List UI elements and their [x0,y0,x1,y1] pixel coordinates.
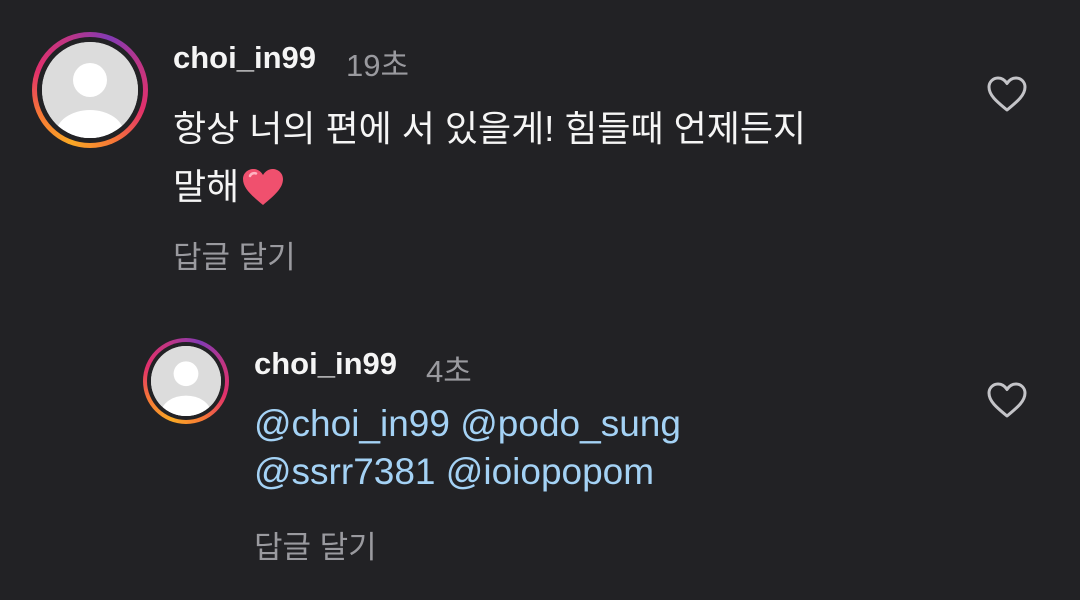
comment-text-segment: 말해 [173,166,240,207]
avatar[interactable] [143,338,229,424]
comment-text-line: @choi_in99 @podo_sung [254,400,681,448]
reply-comment-item: choi_in99 4초 @choi_in99 @podo_sung @ssrr… [0,300,1080,600]
default-profile-icon [151,346,221,416]
like-heart-icon[interactable] [985,380,1029,420]
mention-link[interactable]: @podo_sung [460,403,681,444]
avatar[interactable] [32,32,148,148]
mention-link[interactable]: @ssrr7381 [254,451,436,492]
mention-link[interactable]: @choi_in99 [254,403,450,444]
comment-timestamp: 4초 [426,354,472,389]
red-heart-emoji-icon [241,166,285,206]
comment-text: @choi_in99 @podo_sung @ssrr7381 @ioiopop… [254,400,681,496]
default-profile-icon [42,42,138,138]
reply-button[interactable]: 답글 달기 [254,522,377,567]
reply-button[interactable]: 답글 달기 [173,232,296,277]
comment-timestamp: 19초 [346,48,410,83]
mention-link[interactable]: @ioiopopom [446,451,654,492]
comment-item: choi_in99 19초 항상 너의 편에 서 있을게! 힘들때 언제든지 말… [0,0,1080,290]
comment-text-line: @ssrr7381 @ioiopopom [254,448,681,496]
comment-text-line: 말해 [173,158,806,216]
comment-text: 항상 너의 편에 서 있을게! 힘들때 언제든지 말해 [173,100,806,216]
comment-username[interactable]: choi_in99 [173,40,316,76]
comment-text-line: 항상 너의 편에 서 있을게! 힘들때 언제든지 [173,108,807,149]
comment-username[interactable]: choi_in99 [254,346,397,382]
like-heart-icon[interactable] [985,74,1029,114]
